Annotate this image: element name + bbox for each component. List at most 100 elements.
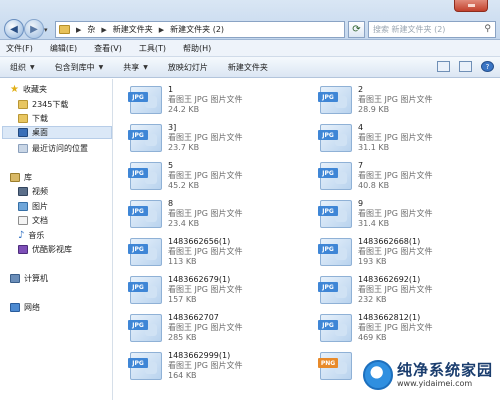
- watermark-title: 纯净系统家园: [397, 361, 494, 379]
- list-item[interactable]: JPG 2 看图王 JPG 图片文件 28.9 KB: [318, 82, 500, 120]
- breadcrumb-item[interactable]: 新建文件夹: [113, 24, 153, 35]
- view-options-icon[interactable]: [437, 61, 450, 72]
- computer-icon: [10, 274, 20, 283]
- list-item[interactable]: JPG 1483662668(1) 看图王 JPG 图片文件 193 KB: [318, 234, 500, 272]
- forward-button[interactable]: ▶: [24, 19, 44, 39]
- file-ext-badge: JPG: [318, 282, 338, 292]
- include-in-library-button[interactable]: 包含到库中 ▼: [55, 62, 104, 73]
- jpg-file-icon: JPG: [318, 314, 352, 344]
- recent-places-icon: [18, 144, 28, 153]
- list-item[interactable]: JPG 1483662707 看图王 JPG 图片文件 285 KB: [128, 310, 318, 348]
- chevron-right-icon[interactable]: ▶: [159, 26, 164, 34]
- jpg-file-icon: JPG: [128, 124, 162, 154]
- list-item[interactable]: JPG 9 看图王 JPG 图片文件 31.4 KB: [318, 196, 500, 234]
- address-bar[interactable]: ▶ 杂 ▶ 新建文件夹 ▶ 新建文件夹 (2) ▾: [55, 21, 389, 38]
- menu-view[interactable]: 查看(V): [94, 43, 122, 54]
- slideshow-button[interactable]: 放映幻灯片: [168, 62, 208, 73]
- file-ext-badge: PNG: [318, 358, 338, 368]
- file-ext-badge: JPG: [318, 244, 338, 254]
- sidebar-item-favorites[interactable]: ★ 收藏夹: [10, 83, 47, 96]
- file-type: 看图王 JPG 图片文件: [168, 285, 243, 294]
- jpg-file-icon: JPG: [128, 314, 162, 344]
- share-button[interactable]: 共享 ▼: [123, 62, 148, 73]
- sidebar-item-label: 2345下载: [32, 100, 69, 109]
- list-item[interactable]: JPG 8 看图王 JPG 图片文件 23.4 KB: [128, 196, 318, 234]
- sidebar-item-computer[interactable]: 计算机: [10, 272, 48, 285]
- file-size: 24.2 KB: [168, 105, 200, 114]
- list-item[interactable]: JPG 7 看图王 JPG 图片文件 40.8 KB: [318, 158, 500, 196]
- sidebar-item-media-library[interactable]: 优酷影视库: [18, 243, 72, 256]
- back-button[interactable]: ◀: [4, 19, 24, 39]
- menu-bar: 文件(F) 编辑(E) 查看(V) 工具(T) 帮助(H): [0, 40, 500, 57]
- file-name: 8: [168, 199, 174, 208]
- file-type: 看图王 JPG 图片文件: [168, 209, 243, 218]
- list-item[interactable]: JPG 1483662999(1) 看图王 JPG 图片文件 164 KB: [128, 348, 318, 386]
- menu-tools[interactable]: 工具(T): [139, 43, 166, 54]
- list-item[interactable]: JPG 1483662692(1) 看图王 JPG 图片文件 232 KB: [318, 272, 500, 310]
- file-size: 28.9 KB: [358, 105, 390, 114]
- search-icon: ⚲: [484, 24, 491, 34]
- file-size: 157 KB: [168, 295, 197, 304]
- forward-arrow-icon: ▶: [30, 23, 38, 35]
- document-icon: [18, 216, 28, 225]
- list-item[interactable]: JPG 1483662679(1) 看图王 JPG 图片文件 157 KB: [128, 272, 318, 310]
- file-type: 看图王 JPG 图片文件: [168, 133, 243, 142]
- sidebar-item-label: 网络: [24, 303, 40, 312]
- jpg-file-icon: JPG: [128, 276, 162, 306]
- file-size: 469 KB: [358, 333, 387, 342]
- refresh-button[interactable]: ⟳: [348, 21, 365, 38]
- chevron-right-icon[interactable]: ▶: [76, 26, 81, 34]
- menu-help[interactable]: 帮助(H): [183, 43, 211, 54]
- list-item[interactable]: JPG 4 看图王 JPG 图片文件 31.1 KB: [318, 120, 500, 158]
- navigation-pane: ★ 收藏夹 2345下载 下载 桌面 最近访问的位置 库 视频 图片 文档 ♪ …: [0, 79, 113, 400]
- breadcrumb-item[interactable]: 杂: [87, 24, 95, 35]
- share-label: 共享: [123, 62, 140, 72]
- sidebar-item-pictures[interactable]: 图片: [18, 200, 48, 213]
- list-item[interactable]: JPG 5 看图王 JPG 图片文件 45.2 KB: [128, 158, 318, 196]
- sidebar-item-recent[interactable]: 最近访问的位置: [18, 142, 88, 155]
- file-size: 23.4 KB: [168, 219, 200, 228]
- help-icon[interactable]: ?: [481, 61, 494, 72]
- folder-icon: [18, 114, 28, 123]
- sidebar-item-libraries[interactable]: 库: [10, 171, 32, 184]
- list-item[interactable]: JPG 1483662656(1) 看图王 JPG 图片文件 113 KB: [128, 234, 318, 272]
- sidebar-item-documents[interactable]: 文档: [18, 214, 48, 227]
- file-ext-badge: JPG: [128, 92, 148, 102]
- sidebar-item-desktop[interactable]: 桌面: [2, 126, 112, 139]
- file-type: 看图王 JPG 图片文件: [168, 323, 243, 332]
- chevron-right-icon[interactable]: ▶: [101, 26, 106, 34]
- close-window-button[interactable]: [454, 0, 488, 12]
- file-name: 5: [168, 161, 174, 170]
- file-type: 看图王 JPG 图片文件: [168, 95, 243, 104]
- command-bar: 组织 ▼ 包含到库中 ▼ 共享 ▼ 放映幻灯片 新建文件夹 ?: [0, 57, 500, 78]
- jpg-file-icon: JPG: [318, 238, 352, 268]
- recent-pages-dropdown[interactable]: ▾: [44, 26, 52, 34]
- file-type: 看图王 JPG 图片文件: [358, 95, 433, 104]
- caret-down-icon: ▼: [143, 63, 148, 71]
- desktop-icon: [18, 128, 28, 137]
- folder-icon: [59, 25, 70, 34]
- menu-file[interactable]: 文件(F): [6, 43, 33, 54]
- preview-pane-icon[interactable]: [459, 61, 472, 72]
- jpg-file-icon: JPG: [128, 162, 162, 192]
- sidebar-item-videos[interactable]: 视频: [18, 185, 48, 198]
- breadcrumb-item[interactable]: 新建文件夹 (2): [170, 24, 224, 35]
- search-input[interactable]: 搜索 新建文件夹 (2) ⚲: [368, 21, 496, 38]
- menu-edit[interactable]: 编辑(E): [50, 43, 77, 54]
- list-item[interactable]: JPG 3] 看图王 JPG 图片文件 23.7 KB: [128, 120, 318, 158]
- jpg-file-icon: JPG: [128, 352, 162, 382]
- jpg-file-icon: JPG: [128, 238, 162, 268]
- sidebar-item-downloads[interactable]: 下载: [18, 112, 48, 125]
- file-type: 看图王 JPG 图片文件: [358, 323, 433, 332]
- file-size: 113 KB: [168, 257, 197, 266]
- sidebar-item-label: 计算机: [24, 274, 48, 283]
- file-name: 1483662692(1): [358, 275, 421, 284]
- list-item[interactable]: JPG 1 看图王 JPG 图片文件 24.2 KB: [128, 82, 318, 120]
- new-folder-button[interactable]: 新建文件夹: [228, 62, 268, 73]
- list-item[interactable]: JPG 1483662812(1) 看图王 JPG 图片文件 469 KB: [318, 310, 500, 348]
- jpg-file-icon: JPG: [128, 200, 162, 230]
- organize-button[interactable]: 组织 ▼: [10, 62, 35, 73]
- sidebar-item-music[interactable]: ♪ 音乐: [18, 229, 44, 242]
- sidebar-item-2345-downloads[interactable]: 2345下载: [18, 98, 68, 111]
- sidebar-item-network[interactable]: 网络: [10, 301, 40, 314]
